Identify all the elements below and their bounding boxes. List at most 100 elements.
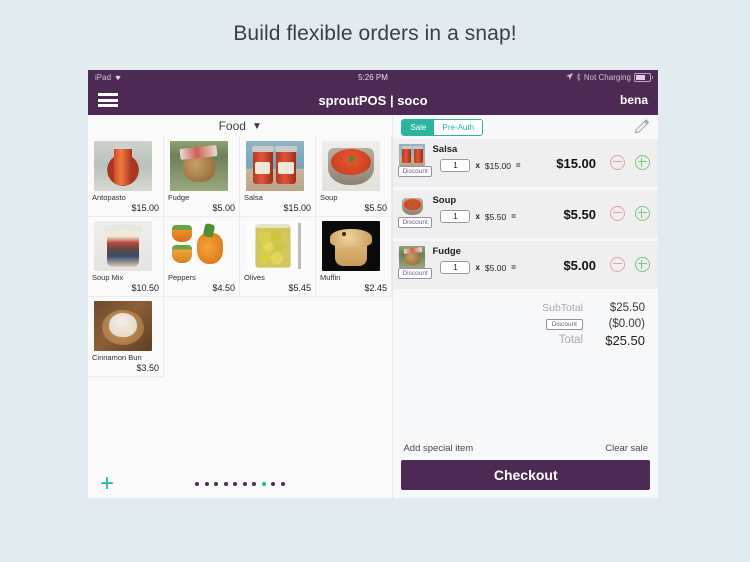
multiply-symbol: x (475, 212, 480, 221)
page-dots (88, 482, 392, 486)
catalog-pager: + (88, 470, 393, 498)
product-price: $3.50 (136, 363, 159, 373)
order-spacer (393, 348, 658, 439)
product-image (322, 141, 380, 191)
product-name: Peppers (168, 273, 196, 282)
product-price: $5.00 (212, 203, 235, 213)
multiply-symbol: x (475, 161, 480, 170)
product-tile[interactable]: Peppers $4.50 (164, 217, 240, 297)
battery-status-label: Not Charging (583, 73, 631, 82)
pencil-icon[interactable] (632, 118, 650, 136)
product-image (94, 141, 152, 191)
product-image (170, 221, 228, 271)
battery-icon (634, 73, 653, 82)
line-discount-button[interactable]: Discount (398, 166, 432, 177)
product-tile[interactable]: Olives $5.45 (240, 217, 316, 297)
subtotal-row: SubTotal $25.50 (393, 300, 645, 316)
ipad-device-frame: iPad 5:26 PM Not Charging sproutPOS | so… (88, 70, 658, 498)
user-name-label[interactable]: bena (620, 93, 648, 107)
chevron-down-icon: ▼ (251, 120, 262, 132)
product-tile[interactable]: Soup $5.50 (316, 137, 392, 217)
line-item-name: Soup (432, 195, 457, 206)
app-screenshot: Build flexible orders in a snap! iPad 5:… (0, 0, 750, 562)
line-item-total: $5.50 (563, 207, 596, 222)
status-right: Not Charging (565, 72, 653, 83)
total-value: $25.50 (605, 332, 645, 348)
add-special-item-link[interactable]: Add special item (403, 443, 473, 454)
equals-symbol: = (515, 161, 521, 170)
sale-mode-segmented-control[interactable]: Sale Pre-Auth (401, 118, 484, 136)
product-tile[interactable]: Salsa $15.00 (240, 137, 316, 217)
tab-sale[interactable]: Sale (402, 119, 435, 135)
app-navigation-bar: sproutPOS | soco bena (88, 85, 658, 115)
product-tile[interactable]: Cinnamon Bun $3.50 (88, 297, 164, 377)
subtotal-value: $25.50 (609, 302, 645, 314)
line-discount-button[interactable]: Discount (398, 268, 432, 279)
app-body: Food ▼ Antopasto $15.00 Fudge $5.00 Sals… (88, 115, 658, 498)
category-selector[interactable]: Food ▼ (88, 115, 393, 137)
product-tile[interactable]: Muffin $2.45 (316, 217, 392, 297)
product-grid: Antopasto $15.00 Fudge $5.00 Salsa $15.0… (88, 137, 393, 470)
bluetooth-icon (576, 72, 581, 83)
minus-circle-icon[interactable] (610, 257, 625, 272)
line-item-name: Fudge (432, 246, 461, 257)
product-name: Fudge (168, 193, 190, 202)
quantity-field[interactable]: 1 (440, 210, 471, 223)
line-discount-button[interactable]: Discount (398, 217, 432, 228)
order-footer: Add special item Clear sale Checkout (393, 439, 658, 498)
line-item-stepper (610, 155, 650, 170)
product-price: $10.50 (131, 283, 159, 293)
line-item-stepper (610, 257, 650, 272)
minus-circle-icon[interactable] (610, 206, 625, 221)
order-line-item[interactable]: Discount Salsa 1 x $15.00 = $15.00 (393, 139, 658, 187)
order-line-item[interactable]: Discount Soup 1 x $5.50 = $5.50 (393, 190, 658, 238)
product-tile[interactable]: Antopasto $15.00 (88, 137, 164, 217)
subtotal-label: SubTotal (542, 302, 583, 314)
discount-value: ($0.00) (608, 318, 645, 330)
plus-icon[interactable]: + (100, 472, 114, 496)
location-arrow-icon (565, 73, 573, 82)
quantity-field[interactable]: 1 (440, 261, 471, 274)
order-toolbar: Sale Pre-Auth (393, 115, 658, 139)
product-price: $5.45 (288, 283, 311, 293)
plus-circle-icon[interactable] (635, 257, 650, 272)
app-title: sproutPOS | soco (318, 92, 428, 108)
line-item-total: $15.00 (556, 156, 596, 171)
quantity-field[interactable]: 1 (440, 159, 471, 172)
product-price: $15.00 (283, 203, 311, 213)
line-item-thumbnail (399, 195, 426, 217)
multiply-symbol: x (475, 263, 480, 272)
minus-circle-icon[interactable] (610, 155, 625, 170)
product-name: Muffin (320, 273, 341, 282)
discount-row: Discount ($0.00) (393, 316, 645, 332)
equals-symbol: = (511, 212, 516, 221)
product-name: Olives (244, 273, 265, 282)
line-item-thumbnail (399, 246, 426, 268)
product-tile[interactable]: Fudge $5.00 (164, 137, 240, 217)
product-image (94, 221, 152, 271)
total-label: Total (558, 334, 583, 346)
hamburger-menu-icon[interactable] (98, 93, 118, 107)
line-item-stepper (610, 206, 650, 221)
clear-sale-link[interactable]: Clear sale (605, 443, 648, 454)
category-label: Food (218, 119, 246, 133)
unit-price: $5.50 (484, 211, 507, 222)
product-price: $2.45 (364, 283, 387, 293)
product-name: Soup Mix (92, 273, 124, 282)
plus-circle-icon[interactable] (635, 206, 650, 221)
order-totals: SubTotal $25.50 Discount ($0.00) Total $… (393, 292, 658, 348)
unit-price: $15.00 (484, 160, 511, 171)
product-image (246, 221, 304, 271)
checkout-button[interactable]: Checkout (401, 460, 650, 490)
product-name: Antopasto (92, 193, 126, 202)
product-price: $5.50 (364, 203, 387, 213)
order-line-item[interactable]: Discount Fudge 1 x $5.00 = $5.00 (393, 241, 658, 289)
catalog-panel: Food ▼ Antopasto $15.00 Fudge $5.00 Sals… (88, 115, 394, 498)
product-image (94, 301, 152, 351)
equals-symbol: = (511, 263, 516, 272)
plus-circle-icon[interactable] (635, 155, 650, 170)
line-item-total: $5.00 (563, 258, 596, 273)
product-tile[interactable]: Soup Mix $10.50 (88, 217, 164, 297)
order-discount-button[interactable]: Discount (545, 318, 583, 330)
tab-pre-auth[interactable]: Pre-Auth (434, 119, 483, 135)
